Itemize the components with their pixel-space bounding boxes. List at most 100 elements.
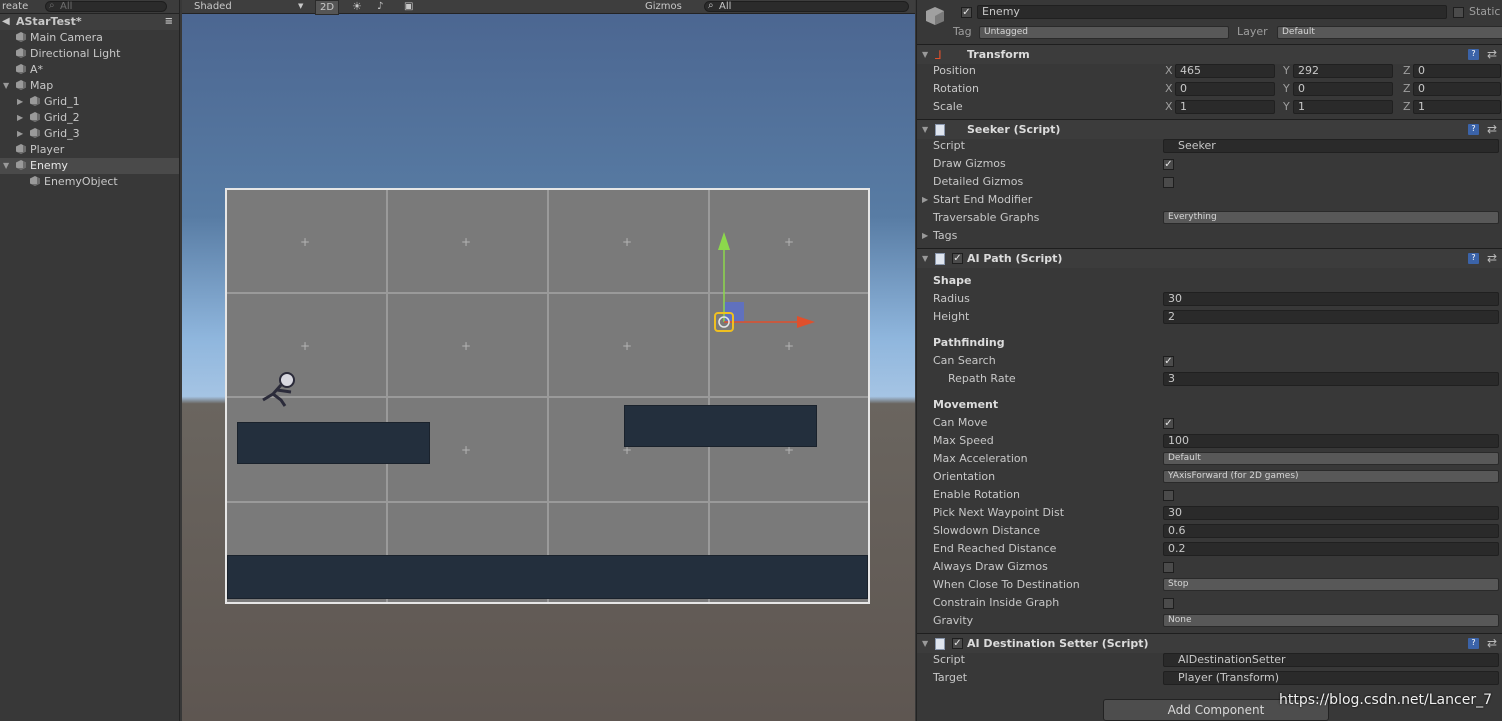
- start-end-modifier-foldout[interactable]: Start End Modifier: [933, 191, 1032, 209]
- shading-dropdown[interactable]: Shaded: [194, 0, 232, 13]
- player-sprite[interactable]: [251, 370, 301, 410]
- scene-header[interactable]: ◀ AStarTest* ≡: [0, 14, 179, 30]
- constrain-inside-graph-label: Constrain Inside Graph: [933, 596, 1060, 609]
- orientation-dropdown[interactable]: YAxisForward (for 2D games): [1163, 470, 1499, 483]
- hierarchy-search-input[interactable]: All: [45, 1, 167, 12]
- tag-dropdown[interactable]: Untagged: [979, 26, 1229, 39]
- collapse-arrow-icon[interactable]: ▶: [17, 110, 23, 126]
- hierarchy-item-player[interactable]: Player: [0, 142, 179, 158]
- destination-setter-enabled-checkbox[interactable]: ✓: [952, 638, 963, 649]
- transform-gizmo[interactable]: [707, 230, 817, 340]
- scale-y-field[interactable]: 1: [1293, 100, 1393, 114]
- rotation-x-field[interactable]: 0: [1175, 82, 1275, 96]
- grid-line: [227, 396, 868, 398]
- constrain-inside-graph-checkbox[interactable]: [1163, 598, 1174, 609]
- transform-header[interactable]: ▼ ⅃ Transform ? ⇄: [917, 44, 1502, 64]
- ground-platform[interactable]: [227, 555, 868, 599]
- platform-left[interactable]: [237, 422, 430, 464]
- traversable-graphs-dropdown[interactable]: Everything: [1163, 211, 1499, 224]
- lighting-toggle-icon[interactable]: ☀: [352, 0, 362, 13]
- active-checkbox[interactable]: ✓: [961, 7, 972, 18]
- node-marker: +: [622, 235, 633, 249]
- hierarchy-item-main-camera[interactable]: Main Camera: [0, 30, 179, 46]
- audio-toggle-icon[interactable]: ♪: [377, 0, 383, 13]
- expand-arrow-icon[interactable]: ▼: [3, 158, 9, 174]
- fold-arrow-icon[interactable]: ▼: [922, 120, 928, 140]
- hierarchy-item-enemy[interactable]: ▼ Enemy: [0, 158, 179, 174]
- dest-script-field[interactable]: AIDestinationSetter: [1163, 653, 1499, 667]
- gravity-dropdown[interactable]: None: [1163, 614, 1499, 627]
- static-checkbox[interactable]: [1453, 7, 1464, 18]
- draw-gizmos-checkbox[interactable]: ✓: [1163, 159, 1174, 170]
- radius-field[interactable]: 30: [1163, 292, 1499, 306]
- hierarchy-item-astar[interactable]: A*: [0, 62, 179, 78]
- rotation-y-field[interactable]: 0: [1293, 82, 1393, 96]
- fold-arrow-icon[interactable]: ▶: [922, 231, 928, 240]
- platform-right[interactable]: [624, 405, 817, 447]
- grid-line: [227, 501, 868, 503]
- slowdown-distance-field[interactable]: 0.6: [1163, 524, 1499, 538]
- hierarchy-item-grid-2[interactable]: ▶ Grid_2: [0, 110, 179, 126]
- target-field[interactable]: Player (Transform): [1163, 671, 1499, 685]
- max-speed-field[interactable]: 100: [1163, 434, 1499, 448]
- settings-icon[interactable]: ⇄: [1487, 636, 1497, 650]
- aipath-enabled-checkbox[interactable]: ✓: [952, 253, 963, 264]
- hierarchy-item-grid-3[interactable]: ▶ Grid_3: [0, 126, 179, 142]
- rotation-z-field[interactable]: 0: [1413, 82, 1501, 96]
- scene-search-input[interactable]: All: [704, 1, 909, 12]
- always-draw-gizmos-checkbox[interactable]: [1163, 562, 1174, 573]
- can-move-checkbox[interactable]: ✓: [1163, 418, 1174, 429]
- collapse-arrow-icon[interactable]: ▶: [17, 94, 23, 110]
- detailed-gizmos-checkbox[interactable]: [1163, 177, 1174, 188]
- fold-arrow-icon[interactable]: ▼: [922, 634, 928, 654]
- scale-x-field[interactable]: 1: [1175, 100, 1275, 114]
- hierarchy-item-directional-light[interactable]: Directional Light: [0, 46, 179, 62]
- end-reached-distance-field[interactable]: 0.2: [1163, 542, 1499, 556]
- height-field[interactable]: 2: [1163, 310, 1499, 324]
- detailed-gizmos-label: Detailed Gizmos: [933, 175, 1024, 188]
- scene-view[interactable]: Shaded ▼ 2D ☀ ♪ ▣ Gizmos All + + + + + +…: [182, 0, 915, 721]
- help-icon[interactable]: ?: [1468, 49, 1479, 60]
- settings-icon[interactable]: ⇄: [1487, 251, 1497, 265]
- pick-next-waypoint-field[interactable]: 30: [1163, 506, 1499, 520]
- menu-icon[interactable]: ≡: [165, 14, 173, 30]
- destination-setter-header[interactable]: ▼ ✓ AI Destination Setter (Script) ? ⇄: [917, 633, 1502, 653]
- help-icon[interactable]: ?: [1468, 638, 1479, 649]
- aipath-header[interactable]: ▼ ✓ AI Path (Script) ? ⇄: [917, 248, 1502, 268]
- max-acceleration-dropdown[interactable]: Default: [1163, 452, 1499, 465]
- scale-z-field[interactable]: 1: [1413, 100, 1501, 114]
- repath-rate-field[interactable]: 3: [1163, 372, 1499, 386]
- seeker-script-field[interactable]: Seeker: [1163, 139, 1499, 153]
- hierarchy-item-map[interactable]: ▼ Map: [0, 78, 179, 94]
- effects-toggle-icon[interactable]: ▣: [404, 0, 413, 13]
- position-y-field[interactable]: 292: [1293, 64, 1393, 78]
- when-close-dropdown[interactable]: Stop: [1163, 578, 1499, 591]
- gameobject-icon: [16, 80, 26, 90]
- hierarchy-item-grid-1[interactable]: ▶ Grid_1: [0, 94, 179, 110]
- gizmos-dropdown[interactable]: Gizmos: [645, 0, 682, 13]
- settings-icon[interactable]: ⇄: [1487, 47, 1497, 61]
- position-z-field[interactable]: 0: [1413, 64, 1501, 78]
- layer-dropdown[interactable]: Default: [1277, 26, 1502, 39]
- grid-area[interactable]: + + + + + + + + + + +: [225, 188, 870, 604]
- object-name-field[interactable]: Enemy: [977, 5, 1447, 19]
- gameobject-icon: [16, 32, 26, 42]
- settings-icon[interactable]: ⇄: [1487, 122, 1497, 136]
- enable-rotation-checkbox[interactable]: [1163, 490, 1174, 501]
- item-label: Player: [30, 143, 65, 156]
- position-x-field[interactable]: 465: [1175, 64, 1275, 78]
- create-button[interactable]: reate: [0, 1, 45, 12]
- fold-arrow-icon[interactable]: ▼: [922, 45, 928, 65]
- fold-arrow-icon[interactable]: ▼: [922, 249, 928, 269]
- expand-arrow-icon[interactable]: ▼: [3, 78, 9, 94]
- help-icon[interactable]: ?: [1468, 253, 1479, 264]
- tags-foldout[interactable]: Tags: [933, 227, 957, 245]
- can-search-label: Can Search: [933, 354, 996, 367]
- 2d-toggle-button[interactable]: 2D: [315, 0, 340, 15]
- collapse-arrow-icon[interactable]: ▶: [17, 126, 23, 142]
- can-search-checkbox[interactable]: ✓: [1163, 356, 1174, 367]
- seeker-header[interactable]: ▼ Seeker (Script) ? ⇄: [917, 119, 1502, 139]
- hierarchy-item-enemyobject[interactable]: EnemyObject: [0, 174, 179, 190]
- help-icon[interactable]: ?: [1468, 124, 1479, 135]
- fold-arrow-icon[interactable]: ▶: [922, 195, 928, 204]
